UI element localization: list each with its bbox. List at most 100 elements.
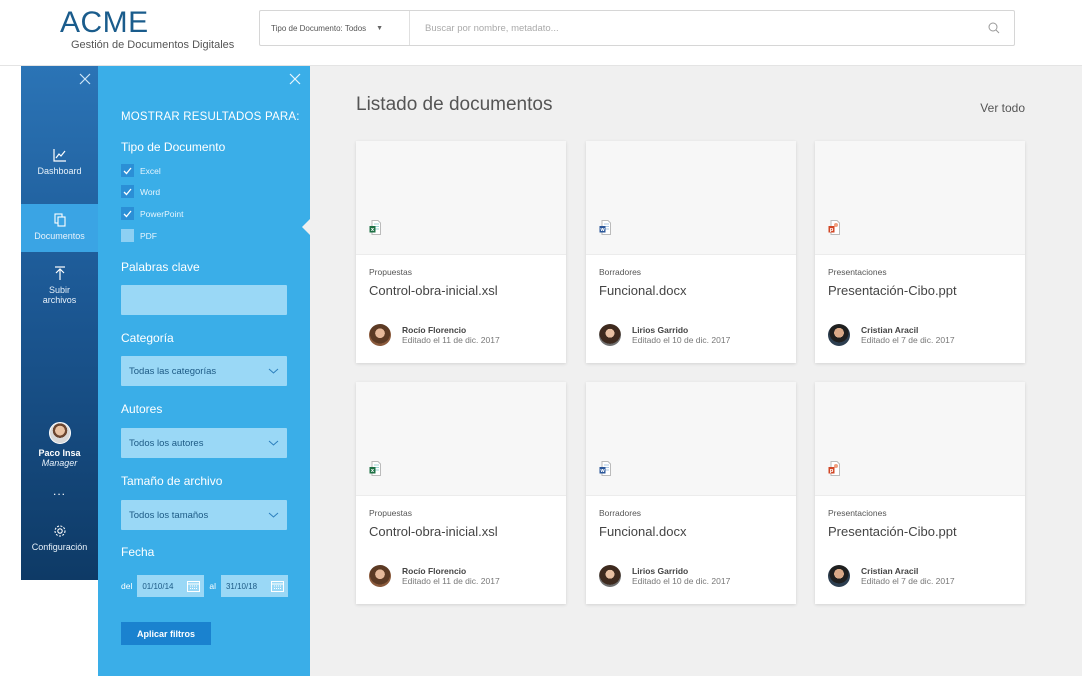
keywords-input[interactable] — [121, 285, 287, 315]
document-author: Cristian Aracil Editado el 7 de dic. 201… — [828, 324, 955, 346]
avatar — [599, 565, 621, 587]
document-card-2[interactable]: w Borradores Funcional.docx Lirios Garri… — [586, 141, 796, 363]
apply-filters-button[interactable]: Aplicar filtros — [121, 622, 211, 645]
checkbox-label: Word — [140, 186, 161, 197]
document-card-4[interactable]: x Propuestas Control-obra-inicial.xsl Ro… — [356, 382, 566, 604]
document-filename: Presentación-Cibo.ppt — [828, 524, 957, 539]
document-thumbnail: x — [356, 141, 566, 255]
date-to-value: 31/10/18 — [225, 581, 258, 591]
excel-file-icon: x — [369, 220, 381, 240]
chevron-down-icon — [268, 512, 279, 518]
sidebar-item-label-2: archivos — [42, 295, 77, 305]
document-author: Rocío Florencio Editado el 11 de dic. 20… — [369, 565, 500, 587]
svg-text:w: w — [600, 227, 605, 233]
logo-title: ACME — [60, 6, 149, 39]
search-icon[interactable] — [974, 22, 1014, 34]
sidebar-item-label: Dashboard — [37, 166, 82, 176]
sidebar-item-subir-archivos[interactable]: Subir archivos — [21, 266, 98, 316]
search-input[interactable] — [410, 11, 974, 45]
document-thumbnail: p — [815, 382, 1025, 496]
sidebar-item-configuracion[interactable]: Configuración — [21, 524, 98, 552]
see-all-link[interactable]: Ver todo — [980, 101, 1025, 115]
date-range: del 01/10/14 al 31/10/18 — [121, 575, 293, 597]
document-filename: Presentación-Cibo.ppt — [828, 283, 957, 298]
category-value: Todas las categorías — [129, 365, 217, 377]
edited-date: Editado el 11 de dic. 2017 — [402, 335, 500, 345]
document-card-6[interactable]: p Presentaciones Presentación-Cibo.ppt C… — [815, 382, 1025, 604]
page-title: Listado de documentos — [356, 94, 553, 115]
doc-type-value: Tipo de Documento: Todos — [271, 23, 367, 33]
avatar — [828, 565, 850, 587]
checkbox-pdf[interactable]: PDF — [121, 229, 157, 242]
document-filename: Control-obra-inicial.xsl — [369, 524, 498, 539]
sidebar-item-documentos[interactable]: Documentos — [21, 204, 98, 252]
svg-text:p: p — [830, 468, 834, 474]
document-card-5[interactable]: w Borradores Funcional.docx Lirios Garri… — [586, 382, 796, 604]
main-content: Listado de documentos Ver todo x Propues… — [310, 66, 1082, 676]
document-author: Lirios Garrido Editado el 10 de dic. 201… — [599, 324, 730, 346]
calendar-icon — [270, 581, 284, 592]
checkbox-label: Excel — [140, 165, 161, 176]
powerpoint-file-icon: p — [828, 461, 840, 481]
authors-value: Todos los autores — [129, 437, 204, 449]
date-to-input[interactable]: 31/10/18 — [220, 575, 288, 597]
close-filters-icon[interactable] — [288, 72, 302, 86]
caret-down-icon: ▼ — [376, 24, 384, 32]
keywords-label: Palabras clave — [121, 260, 200, 274]
edited-date: Editado el 10 de dic. 2017 — [632, 576, 731, 586]
author-name: Rocío Florencio — [402, 325, 467, 335]
checkbox-label: PowerPoint — [140, 208, 184, 219]
checkbox-word[interactable]: Word — [121, 185, 160, 198]
checkbox-powerpoint[interactable]: PowerPoint — [121, 207, 183, 220]
search-bar: Tipo de Documento: Todos ▼ — [259, 10, 1015, 46]
logo[interactable]: ACME Gestión de Documentos Digitales — [60, 6, 235, 52]
date-from-value: 01/10/14 — [142, 581, 174, 591]
date-from-input[interactable]: 01/10/14 — [137, 575, 205, 597]
document-category: Borradores — [599, 267, 642, 277]
category-dropdown[interactable]: Todas las categorías — [121, 356, 287, 386]
document-card-1[interactable]: x Propuestas Control-obra-inicial.xsl Ro… — [356, 141, 566, 363]
document-author: Lirios Garrido Editado el 10 de dic. 201… — [599, 565, 730, 587]
header: ACME Gestión de Documentos Digitales Tip… — [0, 0, 1082, 66]
word-file-icon: w — [599, 220, 611, 240]
document-author: Cristian Aracil Editado el 7 de dic. 201… — [828, 565, 955, 587]
excel-file-icon: x — [369, 461, 381, 481]
chevron-down-icon — [268, 440, 279, 446]
more-options-button[interactable]: ... — [21, 484, 98, 498]
size-dropdown[interactable]: Todos los tamaños — [121, 500, 287, 530]
logo-subtitle: Gestión de Documentos Digitales — [71, 39, 235, 51]
checkbox-excel[interactable]: Excel — [121, 164, 161, 177]
document-filename: Funcional.docx — [599, 283, 687, 298]
author-name: Rocío Florencio — [402, 566, 467, 576]
sidebar-item-label: Configuración — [31, 542, 88, 552]
close-icon[interactable] — [78, 72, 92, 86]
avatar — [828, 324, 850, 346]
size-value: Todos los tamaños — [129, 509, 209, 521]
upload-icon — [54, 266, 65, 280]
document-filename: Control-obra-inicial.xsl — [369, 283, 498, 298]
authors-dropdown[interactable]: Todos los autores — [121, 428, 287, 458]
powerpoint-file-icon: p — [828, 220, 840, 240]
sidebar-item-dashboard[interactable]: Dashboard — [21, 148, 98, 198]
user-profile[interactable]: Paco Insa Manager — [21, 422, 98, 468]
gear-icon — [53, 525, 66, 537]
document-author: Rocío Florencio Editado el 11 de dic. 20… — [369, 324, 500, 346]
avatar — [48, 422, 71, 444]
document-card-3[interactable]: p Presentaciones Presentación-Cibo.ppt C… — [815, 141, 1025, 363]
checkbox-checked-icon — [121, 185, 134, 198]
checkbox-checked-icon — [121, 207, 134, 220]
edited-date: Editado el 7 de dic. 2017 — [861, 576, 955, 586]
authors-label: Autores — [121, 402, 163, 416]
document-category: Presentaciones — [828, 267, 887, 277]
document-category: Propuestas — [369, 267, 412, 277]
doc-type-dropdown[interactable]: Tipo de Documento: Todos ▼ — [260, 11, 410, 45]
date-label: Fecha — [121, 545, 155, 559]
edited-date: Editado el 7 de dic. 2017 — [861, 335, 955, 345]
author-name: Lirios Garrido — [632, 566, 689, 576]
document-category: Propuestas — [369, 508, 412, 518]
author-name: Cristian Aracil — [861, 325, 919, 335]
checkbox-checked-icon — [121, 164, 134, 177]
svg-text:p: p — [830, 227, 834, 233]
size-label: Tamaño de archivo — [121, 474, 223, 488]
author-name: Lirios Garrido — [632, 325, 689, 335]
